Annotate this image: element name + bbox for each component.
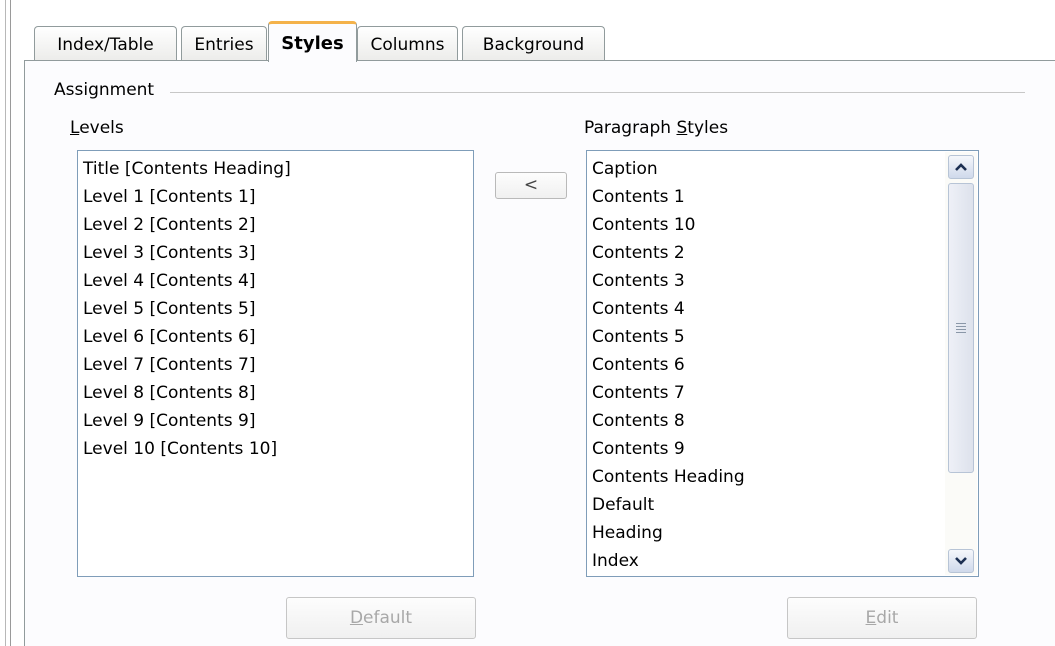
level-item-10[interactable]: Level 10 [Contents 10] xyxy=(78,435,473,463)
levels-label-mnemonic: L xyxy=(70,118,80,138)
styles-scrollbar[interactable] xyxy=(945,152,977,575)
tab-background[interactable]: Background xyxy=(462,26,605,61)
assignment-group-label: Assignment xyxy=(54,80,161,100)
level-item-1[interactable]: Level 1 [Contents 1] xyxy=(78,183,473,211)
tab-index-table[interactable]: Index/Table xyxy=(34,26,177,61)
tab-entries[interactable]: Entries xyxy=(181,26,267,61)
style-item[interactable]: Contents 8 xyxy=(587,407,978,435)
tab-columns[interactable]: Columns xyxy=(357,26,458,61)
style-item[interactable]: Contents 7 xyxy=(587,379,978,407)
grip-icon xyxy=(956,323,966,333)
default-button-label: efault xyxy=(363,608,413,628)
edit-button-mnemonic: E xyxy=(865,608,877,628)
edit-button[interactable]: Edit xyxy=(787,597,977,639)
scroll-thumb[interactable] xyxy=(948,183,974,473)
style-item[interactable]: Contents Heading xyxy=(587,463,978,491)
assign-style-button-label: < xyxy=(523,175,539,195)
level-item-5[interactable]: Level 5 [Contents 5] xyxy=(78,295,473,323)
style-item[interactable]: Contents 9 xyxy=(587,435,978,463)
chevron-up-icon xyxy=(955,163,967,171)
level-item-6[interactable]: Level 6 [Contents 6] xyxy=(78,323,473,351)
chevron-down-icon xyxy=(955,557,967,565)
level-item-9[interactable]: Level 9 [Contents 9] xyxy=(78,407,473,435)
style-item[interactable]: Contents 3 xyxy=(587,267,978,295)
style-item[interactable]: Caption xyxy=(587,155,978,183)
level-item-3[interactable]: Level 3 [Contents 3] xyxy=(78,239,473,267)
style-item[interactable]: Contents 1 xyxy=(587,183,978,211)
default-button[interactable]: Default xyxy=(286,597,476,639)
assign-style-button[interactable]: < xyxy=(495,172,567,199)
style-item[interactable]: Contents 6 xyxy=(587,351,978,379)
edit-button-label: dit xyxy=(876,608,899,628)
paragraph-styles-label-suffix: tyles xyxy=(687,118,729,138)
style-item[interactable]: Contents 2 xyxy=(587,239,978,267)
style-item[interactable]: Heading xyxy=(587,519,978,547)
scroll-up-button[interactable] xyxy=(948,155,974,179)
group-divider xyxy=(170,92,1025,93)
level-item-title[interactable]: Title [Contents Heading] xyxy=(78,155,473,183)
paragraph-styles-label: Paragraph Styles xyxy=(584,118,728,138)
levels-label-text: evels xyxy=(79,118,124,138)
default-button-mnemonic: D xyxy=(349,608,364,628)
paragraph-styles-label-prefix: Paragraph xyxy=(584,118,677,138)
paragraph-styles-list[interactable]: Caption Contents 1 Contents 10 Contents … xyxy=(586,150,979,577)
paragraph-styles-label-mnemonic: S xyxy=(676,118,688,138)
level-item-7[interactable]: Level 7 [Contents 7] xyxy=(78,351,473,379)
style-item[interactable]: Contents 4 xyxy=(587,295,978,323)
level-item-4[interactable]: Level 4 [Contents 4] xyxy=(78,267,473,295)
scroll-down-button[interactable] xyxy=(948,549,974,573)
style-item[interactable]: Default xyxy=(587,491,978,519)
levels-list[interactable]: Title [Contents Heading] Level 1 [Conten… xyxy=(77,150,474,577)
style-item[interactable]: Contents 10 xyxy=(587,211,978,239)
level-item-8[interactable]: Level 8 [Contents 8] xyxy=(78,379,473,407)
level-item-2[interactable]: Level 2 [Contents 2] xyxy=(78,211,473,239)
style-item[interactable]: Index xyxy=(587,547,978,575)
levels-label: Levels xyxy=(70,118,124,138)
tab-styles[interactable]: Styles xyxy=(268,21,357,62)
window-left-edge xyxy=(0,0,11,646)
style-item[interactable]: Contents 5 xyxy=(587,323,978,351)
